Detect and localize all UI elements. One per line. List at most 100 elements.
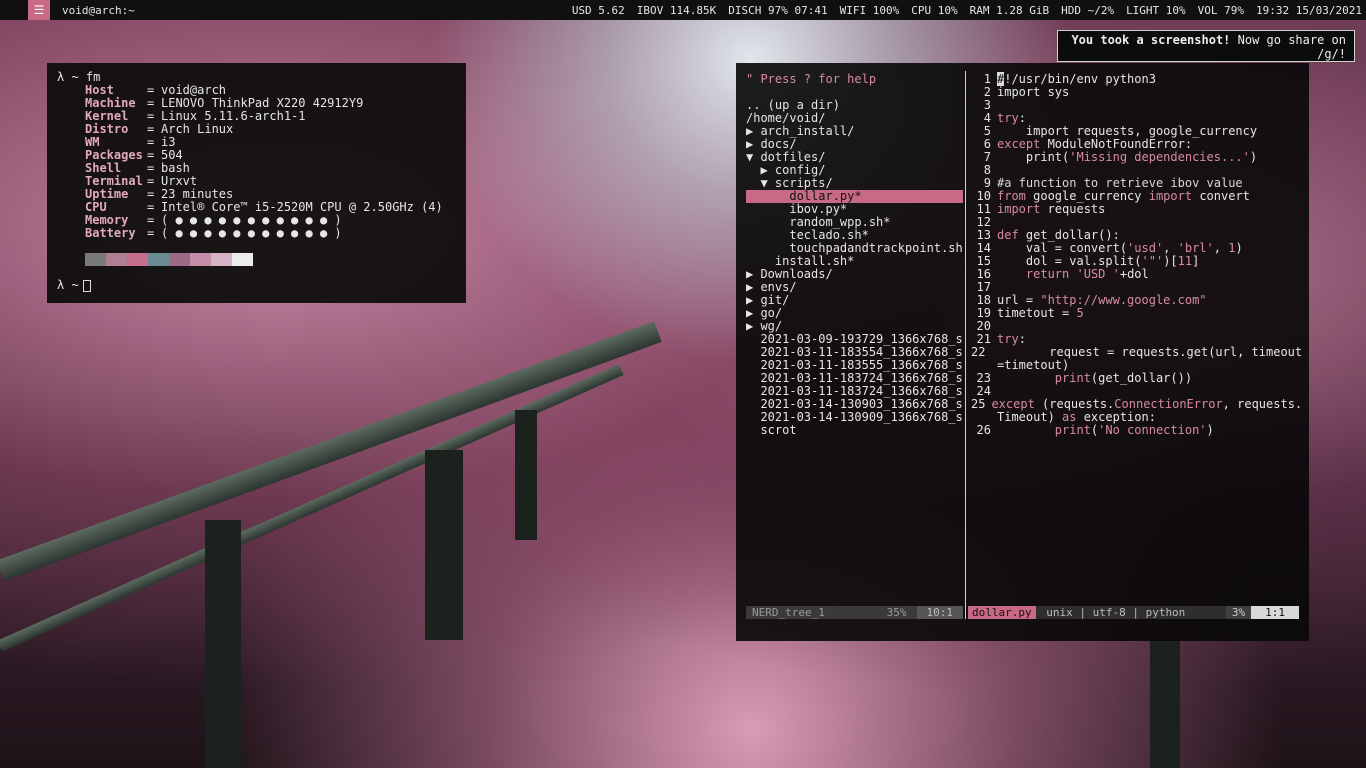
code-text: import requests xyxy=(997,203,1105,216)
tree-file[interactable]: 2021-03-11-183724_1366x768_sc xyxy=(746,372,963,385)
tree-file[interactable]: scrot xyxy=(746,424,963,437)
line-number: 26 xyxy=(976,423,991,437)
code-editor[interactable]: 1 #!/usr/bin/env python3 2 import sys 3 4 try… xyxy=(971,72,1303,437)
code-line[interactable]: 23 print(get_dollar()) xyxy=(971,372,1301,385)
status-item: IBOV 114.85K xyxy=(636,3,717,17)
code-token: 11 xyxy=(1177,254,1193,268)
code-token: "http://www.google.com" xyxy=(1040,293,1207,307)
tree-directory[interactable]: ▶ arch_install/ xyxy=(746,125,963,138)
status-item: HDD ~/2% xyxy=(1061,3,1115,17)
bridge-post xyxy=(205,520,241,768)
palette-swatch xyxy=(127,253,148,266)
tree-file[interactable]: 2021-03-14-130903_1366x768_sc xyxy=(746,398,963,411)
code-token: ModuleNotFoundError: xyxy=(1040,137,1193,151)
tree-file[interactable]: 2021-03-11-183554_1366x768_sc xyxy=(746,346,963,359)
workspace-menu-icon[interactable]: ☰ xyxy=(28,0,50,20)
terminal-window[interactable]: λ ~ fm Host = void@arch Machine = LENOVO Thin… xyxy=(47,63,466,303)
bridge-post xyxy=(425,450,463,640)
bridge-rail xyxy=(0,321,662,582)
tree-file[interactable]: 2021-03-14-130909_1366x768_sc xyxy=(746,411,963,424)
screenshot-notification[interactable]: You took a screenshot! Now go share on /… xyxy=(1057,30,1355,62)
code-token: 'usd' xyxy=(1127,241,1164,255)
code-token: except xyxy=(991,397,1035,411)
code-token: +dol xyxy=(1119,267,1149,281)
tree-file[interactable]: touchpadandtrackpoint.sh* xyxy=(746,242,963,255)
code-line[interactable]: 19 timetout = 5 xyxy=(971,307,1301,320)
code-line[interactable]: 11 import requests xyxy=(971,203,1301,216)
status-indicators: USD 5.62 IBOV 114.85K DISCH 97% 07:41 WIFI … xyxy=(572,4,1362,17)
code-token: return xyxy=(1025,267,1070,281)
notification-text: Now go share on /g/! xyxy=(1230,33,1346,61)
tree-file[interactable]: dollar.py* xyxy=(746,190,963,203)
status-bar: ☰ void@arch:~ USD 5.62 IBOV 114.85K DISCH … xyxy=(0,0,1366,20)
terminal-cursor xyxy=(82,279,91,292)
palette-swatch xyxy=(211,253,232,266)
code-token: convert xyxy=(1192,189,1250,203)
tree-directory[interactable]: ▶ go/ xyxy=(746,307,963,320)
tree-root-path[interactable]: /home/void/ xyxy=(746,112,963,125)
tree-file[interactable]: .. (up a dir) xyxy=(746,99,963,112)
code-token: def xyxy=(997,228,1019,242)
code-token: 'No connection' xyxy=(1098,423,1207,437)
tree-directory[interactable]: ▶ docs/ xyxy=(746,138,963,151)
tree-file[interactable]: teclado.sh* xyxy=(746,229,963,242)
scroll-percent: 35% xyxy=(886,606,907,619)
code-token: from xyxy=(997,189,1026,203)
code-token: , xyxy=(1213,241,1229,255)
code-token: ) xyxy=(1206,423,1214,437)
code-line[interactable]: 2 import sys xyxy=(971,86,1301,99)
code-token: 'USD ' xyxy=(1076,267,1120,281)
tree-file[interactable]: install.sh* xyxy=(746,255,963,268)
tree-file[interactable]: 2021-03-09-193729_1366x768_sc xyxy=(746,333,963,346)
tree-directory[interactable]: ▶ config/ xyxy=(746,164,963,177)
code-token: requests xyxy=(1040,202,1106,216)
code-token: exception: xyxy=(1076,410,1156,424)
code-token: dol = val.split( xyxy=(997,254,1142,268)
tree-directory[interactable]: ▼ scripts/ xyxy=(746,177,963,190)
code-token: ] xyxy=(1192,254,1200,268)
code-token: print xyxy=(1054,371,1091,385)
nerdtree-help: " Press ? for help xyxy=(746,72,877,86)
tree-file[interactable]: 2021-03-11-183724_1366x768_sc xyxy=(746,385,963,398)
code-token: , requests. xyxy=(1222,397,1303,411)
code-token: timetout = xyxy=(997,306,1077,320)
code-token: #a function to retrieve ibov value xyxy=(997,176,1243,190)
notification-title: You took a screenshot! xyxy=(1071,33,1231,47)
code-token: try xyxy=(997,332,1019,346)
tree-directory[interactable]: ▼ dotfiles/ xyxy=(746,151,963,164)
tree-directory[interactable]: ▶ wg/ xyxy=(746,320,963,333)
code-token: import xyxy=(997,202,1041,216)
code-line[interactable]: 16 return 'USD '+dol xyxy=(971,268,1301,281)
tree-file[interactable]: 2021-03-11-183555_1366x768_sc xyxy=(746,359,963,372)
nerdtree-panel[interactable]: " Press ? for help .. (up a dir)/home/vo… xyxy=(746,73,963,437)
code-text: print('No connection') xyxy=(997,424,1214,437)
code-token: 5 xyxy=(1076,306,1084,320)
editor-statusline: dollar.py unix | utf-8 | python 3% 1:1 xyxy=(968,606,1299,619)
line-number: 22 xyxy=(971,345,986,359)
file-tree[interactable]: .. (up a dir)/home/void/▶ arch_install/▶… xyxy=(746,99,963,437)
code-line[interactable]: 26 print('No connection') xyxy=(971,424,1301,437)
status-item: WIFI 100% xyxy=(839,3,900,17)
code-token: except xyxy=(997,137,1041,151)
code-text: print(get_dollar()) xyxy=(997,372,1192,385)
code-token: =timetout) xyxy=(997,358,1070,372)
code-line[interactable]: 7 print('Missing dependencies...') xyxy=(971,151,1301,164)
code-token: : xyxy=(1018,332,1026,346)
palette-swatch xyxy=(190,253,211,266)
status-item: 19:32 15/03/2021 xyxy=(1256,3,1362,17)
cursor-position: 10:1 xyxy=(916,606,963,619)
split-divider[interactable] xyxy=(965,71,966,619)
code-token: import xyxy=(1148,189,1193,203)
code-token: request = requests.get(url, timeout xyxy=(991,345,1303,359)
tree-directory[interactable]: ▶ git/ xyxy=(746,294,963,307)
vim-window[interactable]: " Press ? for help .. (up a dir)/home/vo… xyxy=(736,63,1309,641)
tree-file[interactable]: random_wpp.sh* xyxy=(746,216,963,229)
tree-file[interactable]: ibov.py* xyxy=(746,203,963,216)
tree-directory[interactable]: ▶ envs/ xyxy=(746,281,963,294)
nerdtree-statusline: NERD_tree_1 35% 10:1 xyxy=(746,606,963,619)
buffer-name: NERD_tree_1 xyxy=(752,606,825,619)
tree-directory[interactable]: ▶ Downloads/ xyxy=(746,268,963,281)
status-item: DISCH 97% 07:41 xyxy=(728,3,828,17)
